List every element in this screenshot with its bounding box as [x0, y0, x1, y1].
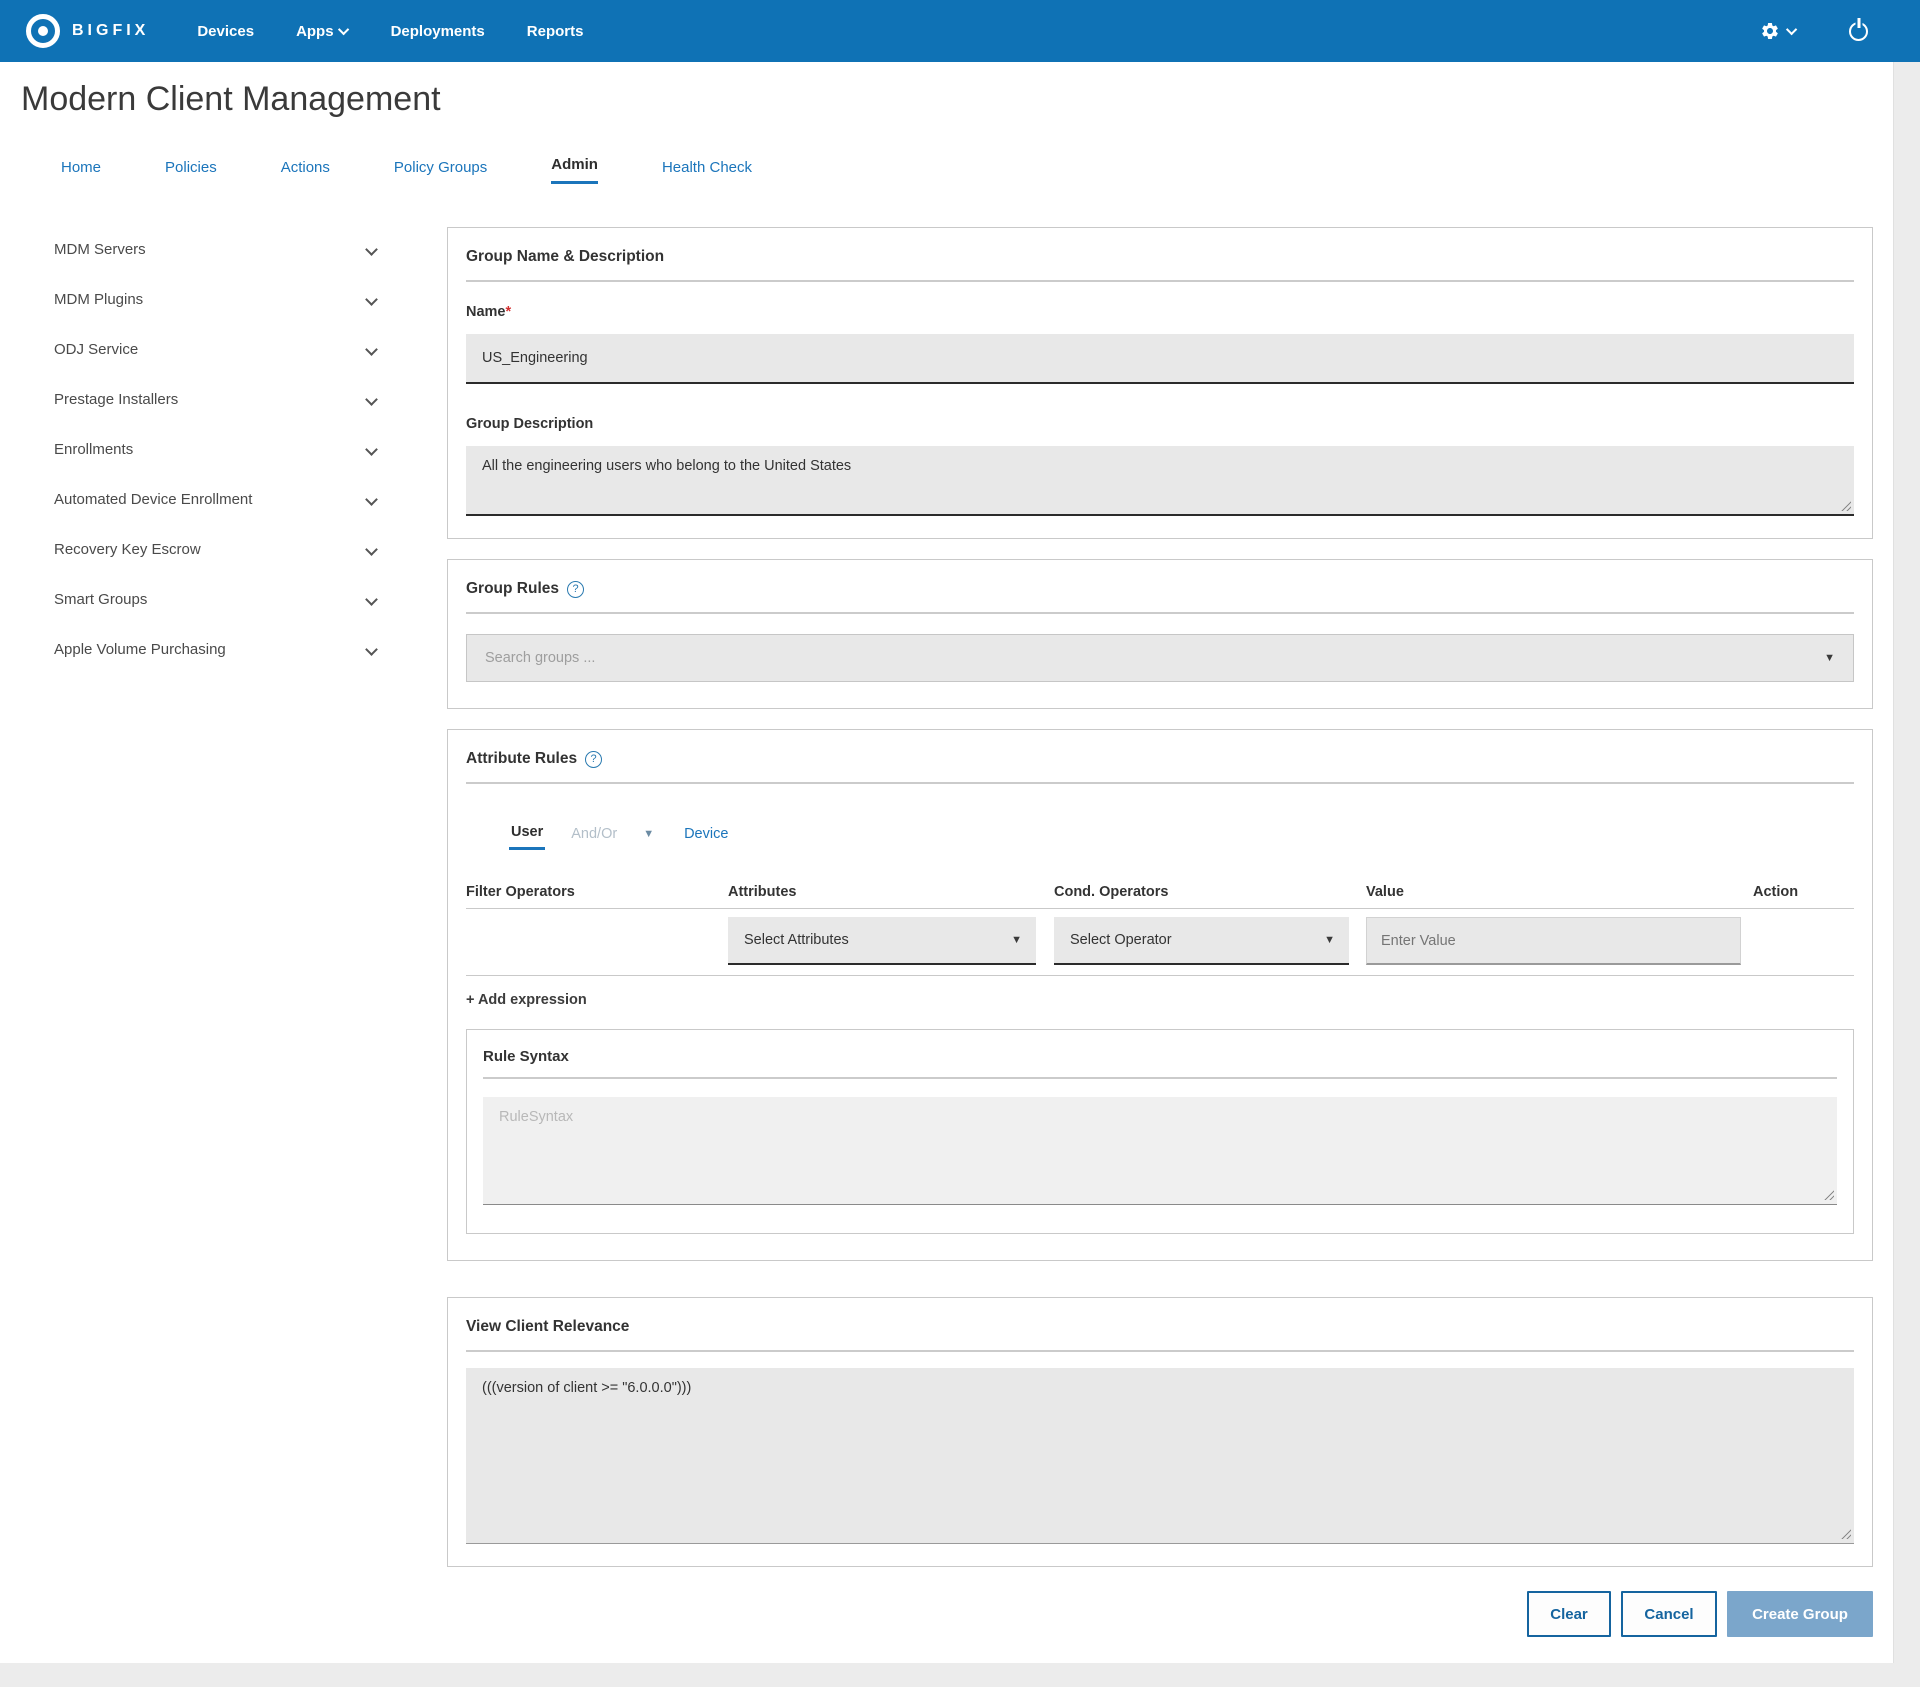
select-operator-dropdown[interactable]: Select Operator ▼: [1054, 917, 1349, 965]
tab-policies[interactable]: Policies: [165, 159, 217, 184]
chevron-down-icon: [365, 243, 378, 256]
divider: [466, 975, 1854, 976]
rule-syntax-panel: Rule Syntax: [466, 1029, 1854, 1234]
group-rules-title: Group Rules: [466, 580, 559, 598]
scrollbar-track[interactable]: [1893, 62, 1920, 1663]
group-rules-card: Group Rules ? Search groups ... ▼: [447, 559, 1873, 709]
nav-devices[interactable]: Devices: [197, 23, 254, 40]
search-groups-placeholder: Search groups ...: [485, 650, 595, 666]
sidebar-item-recovery-key-escrow[interactable]: Recovery Key Escrow: [54, 524, 380, 574]
sidebar-item-smart-groups[interactable]: Smart Groups: [54, 574, 380, 624]
logout-power-icon[interactable]: [1849, 22, 1868, 41]
create-group-button[interactable]: Create Group: [1727, 1591, 1873, 1637]
dropdown-caret-icon: ▼: [1011, 934, 1022, 946]
andor-caret-icon[interactable]: ▼: [643, 828, 654, 847]
chevron-down-icon: [365, 443, 378, 456]
form-actions: Clear Cancel Create Group: [447, 1591, 1873, 1637]
dropdown-caret-icon: ▼: [1824, 652, 1835, 664]
app-tabs: Home Policies Actions Policy Groups Admi…: [61, 156, 1893, 184]
chevron-down-icon: [365, 643, 378, 656]
client-relevance-textarea[interactable]: (((version of client >= "6.0.0.0"))): [466, 1368, 1854, 1544]
chevron-down-icon: [365, 293, 378, 306]
group-name-input[interactable]: [466, 334, 1854, 384]
tab-admin[interactable]: Admin: [551, 156, 598, 184]
chevron-down-icon: [365, 543, 378, 556]
divider: [466, 612, 1854, 614]
divider: [466, 280, 1854, 282]
bigfix-logo-icon: [26, 14, 60, 48]
filter-operator-cell: [466, 917, 728, 965]
nav-reports[interactable]: Reports: [527, 23, 584, 40]
expression-row: Select Attributes ▼ Select Operator ▼: [466, 909, 1854, 975]
bigfix-brand[interactable]: BIGFIX: [26, 14, 149, 48]
action-cell: [1743, 917, 1854, 965]
attribute-rules-tabs: User And/Or ▼ Device: [509, 824, 1854, 850]
chevron-down-icon: [365, 593, 378, 606]
tab-health-check[interactable]: Health Check: [662, 159, 752, 184]
col-attributes: Attributes: [728, 884, 1054, 900]
divider: [466, 1350, 1854, 1352]
tab-device[interactable]: Device: [684, 826, 728, 849]
settings-menu[interactable]: [1760, 21, 1797, 41]
search-groups-dropdown[interactable]: Search groups ... ▼: [466, 634, 1854, 682]
group-description-label: Group Description: [466, 416, 1854, 432]
rule-syntax-title: Rule Syntax: [483, 1048, 1837, 1065]
client-relevance-card: View Client Relevance (((version of clie…: [447, 1297, 1873, 1567]
chevron-down-icon: [337, 24, 348, 35]
col-value: Value: [1366, 884, 1743, 900]
tab-actions[interactable]: Actions: [281, 159, 330, 184]
admin-sidebar: MDM Servers MDM Plugins ODJ Service Pres…: [0, 184, 447, 674]
sidebar-item-automated-device-enrollment[interactable]: Automated Device Enrollment: [54, 474, 380, 524]
andor-selector[interactable]: And/Or: [571, 826, 617, 849]
group-section-title: Group Name & Description: [466, 248, 1854, 266]
col-filter-operators: Filter Operators: [466, 884, 728, 900]
dropdown-caret-icon: ▼: [1324, 934, 1335, 946]
gear-icon: [1760, 21, 1780, 41]
sidebar-item-odj-service[interactable]: ODJ Service: [54, 324, 380, 374]
client-relevance-title: View Client Relevance: [466, 1318, 1854, 1336]
divider: [483, 1077, 1837, 1079]
value-input[interactable]: [1366, 917, 1741, 965]
help-icon[interactable]: ?: [585, 751, 602, 768]
group-description-textarea[interactable]: All the engineering users who belong to …: [466, 446, 1854, 516]
col-cond-operators: Cond. Operators: [1054, 884, 1366, 900]
select-attributes-dropdown[interactable]: Select Attributes ▼: [728, 917, 1036, 965]
page-body: Modern Client Management Home Policies A…: [0, 62, 1893, 1663]
brand-name: BIGFIX: [72, 22, 149, 40]
required-asterisk: *: [506, 304, 512, 320]
sidebar-item-mdm-plugins[interactable]: MDM Plugins: [54, 274, 380, 324]
sidebar-item-prestage-installers[interactable]: Prestage Installers: [54, 374, 380, 424]
divider: [466, 782, 1854, 784]
attribute-rules-title: Attribute Rules: [466, 750, 577, 768]
name-label: Name*: [466, 304, 1854, 320]
sidebar-item-mdm-servers[interactable]: MDM Servers: [54, 224, 380, 274]
expression-table-header: Filter Operators Attributes Cond. Operat…: [466, 884, 1854, 900]
chevron-down-icon: [365, 493, 378, 506]
top-nav: Devices Apps Deployments Reports: [197, 23, 583, 40]
sidebar-item-enrollments[interactable]: Enrollments: [54, 424, 380, 474]
group-name-description-card: Group Name & Description Name* Group Des…: [447, 227, 1873, 539]
help-icon[interactable]: ?: [567, 581, 584, 598]
tab-policy-groups[interactable]: Policy Groups: [394, 159, 487, 184]
rule-syntax-textarea[interactable]: [483, 1097, 1837, 1205]
attribute-rules-card: Attribute Rules ? User And/Or ▼ Device F…: [447, 729, 1873, 1261]
top-navigation-bar: BIGFIX Devices Apps Deployments Reports: [0, 0, 1920, 62]
sidebar-item-apple-volume-purchasing[interactable]: Apple Volume Purchasing: [54, 624, 380, 674]
chevron-down-icon: [365, 393, 378, 406]
add-expression-button[interactable]: + Add expression: [466, 992, 587, 1008]
page-bottom-margin: [0, 1663, 1920, 1687]
chevron-down-icon: [365, 343, 378, 356]
clear-button[interactable]: Clear: [1527, 1591, 1611, 1637]
cancel-button[interactable]: Cancel: [1621, 1591, 1717, 1637]
nav-apps[interactable]: Apps: [296, 23, 349, 40]
tab-home[interactable]: Home: [61, 159, 101, 184]
col-action: Action: [1743, 884, 1854, 900]
page-title: Modern Client Management: [21, 78, 1893, 120]
nav-deployments[interactable]: Deployments: [391, 23, 485, 40]
tab-user[interactable]: User: [509, 824, 545, 850]
chevron-down-icon: [1786, 24, 1797, 35]
main-content: Group Name & Description Name* Group Des…: [447, 184, 1873, 1637]
